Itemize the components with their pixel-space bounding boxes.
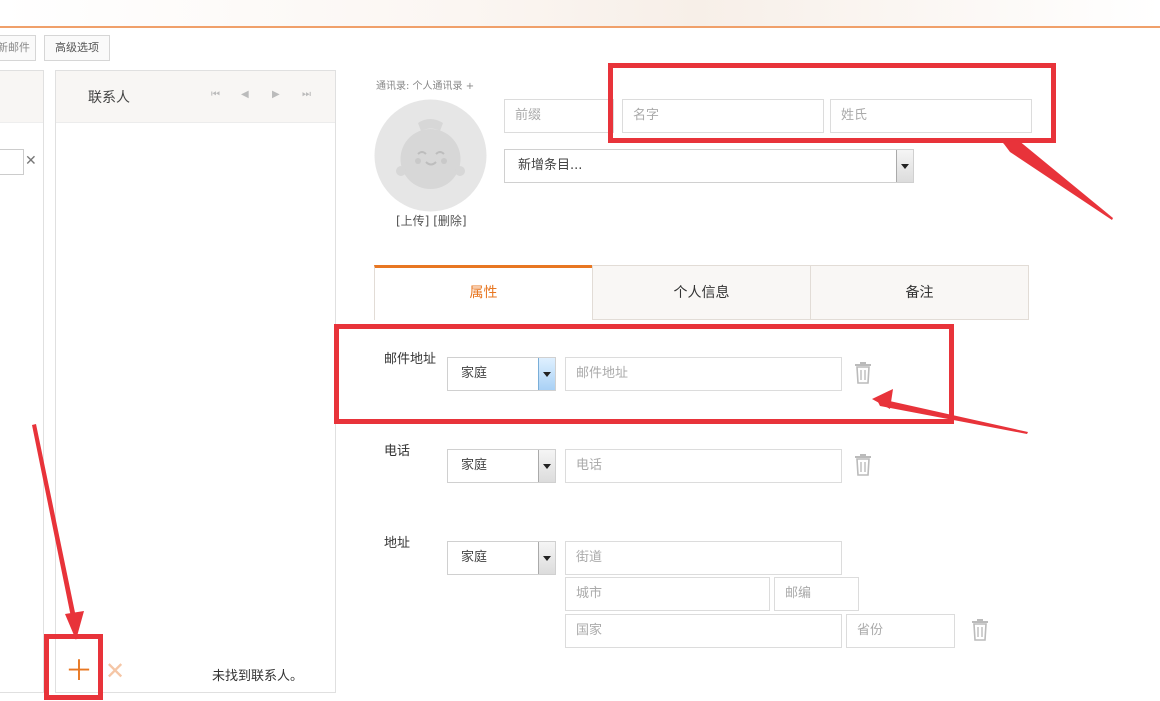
delete-contact-icon[interactable]: ✕	[102, 655, 128, 687]
header-divider	[0, 26, 1160, 28]
contacts-list-panel: 联系人 ⏮ ◀ ▶ ⏭ 未找到联系人。	[55, 70, 336, 693]
annotation-arrow-name	[1003, 140, 1113, 218]
upload-photo-link[interactable]: [上传]	[396, 214, 429, 228]
chevron-down-icon	[538, 542, 555, 574]
groups-search-input[interactable]	[0, 149, 24, 175]
chevron-down-icon	[538, 450, 555, 482]
no-contacts-message: 未找到联系人。	[212, 669, 304, 684]
phone-label: 电话	[384, 444, 411, 459]
province-input[interactable]: 省份	[846, 614, 955, 648]
annotation-box-email	[334, 324, 954, 424]
contacts-list-header: 联系人 ⏮ ◀ ▶ ⏭	[56, 71, 335, 123]
city-input[interactable]: 城市	[565, 577, 770, 611]
tab-notes[interactable]: 备注	[810, 265, 1029, 320]
photo-actions: [上传] [删除]	[396, 212, 467, 229]
tab-properties[interactable]: 属性	[374, 265, 593, 320]
address-type-select[interactable]: 家庭	[447, 541, 556, 575]
first-page-icon[interactable]: ⏮	[211, 89, 220, 100]
phone-type-select[interactable]: 家庭	[447, 449, 556, 483]
groups-panel-header	[0, 71, 43, 123]
contacts-title: 联系人	[88, 90, 130, 106]
tab-personal-info[interactable]: 个人信息	[592, 265, 811, 320]
zipcode-input[interactable]: 邮编	[774, 577, 859, 611]
phone-type-value: 家庭	[461, 458, 488, 473]
phone-input[interactable]: 电话	[565, 449, 842, 483]
country-input[interactable]: 国家	[565, 614, 842, 648]
last-page-icon[interactable]: ⏭	[302, 89, 311, 100]
address-label: 地址	[384, 536, 411, 551]
delete-address-icon[interactable]	[970, 619, 990, 641]
address-type-value: 家庭	[461, 550, 488, 565]
next-page-icon[interactable]: ▶	[272, 89, 280, 100]
street-input[interactable]: 街道	[565, 541, 842, 575]
advanced-options-button[interactable]: 高级选项	[44, 35, 110, 61]
annotation-box-add	[44, 634, 103, 700]
add-field-select[interactable]: 新增条目...	[504, 149, 914, 183]
clear-search-icon[interactable]: ✕	[25, 152, 39, 170]
prefix-input[interactable]: 前缀	[504, 99, 614, 133]
avatar-icon	[374, 99, 487, 212]
annotation-box-name	[608, 63, 1056, 143]
top-header-strip	[0, 0, 1160, 26]
avatar-placeholder[interactable]	[374, 99, 487, 212]
toolbar-partial-button[interactable]: 新邮件	[0, 35, 36, 61]
previous-page-icon[interactable]: ◀	[241, 89, 249, 100]
chevron-down-icon	[896, 150, 913, 182]
addressbook-label[interactable]: 通讯录: 个人通讯录 +	[376, 77, 474, 92]
add-field-select-value: 新增条目...	[518, 158, 583, 173]
delete-phone-icon[interactable]	[853, 454, 873, 476]
delete-photo-link[interactable]: [删除]	[433, 214, 466, 228]
